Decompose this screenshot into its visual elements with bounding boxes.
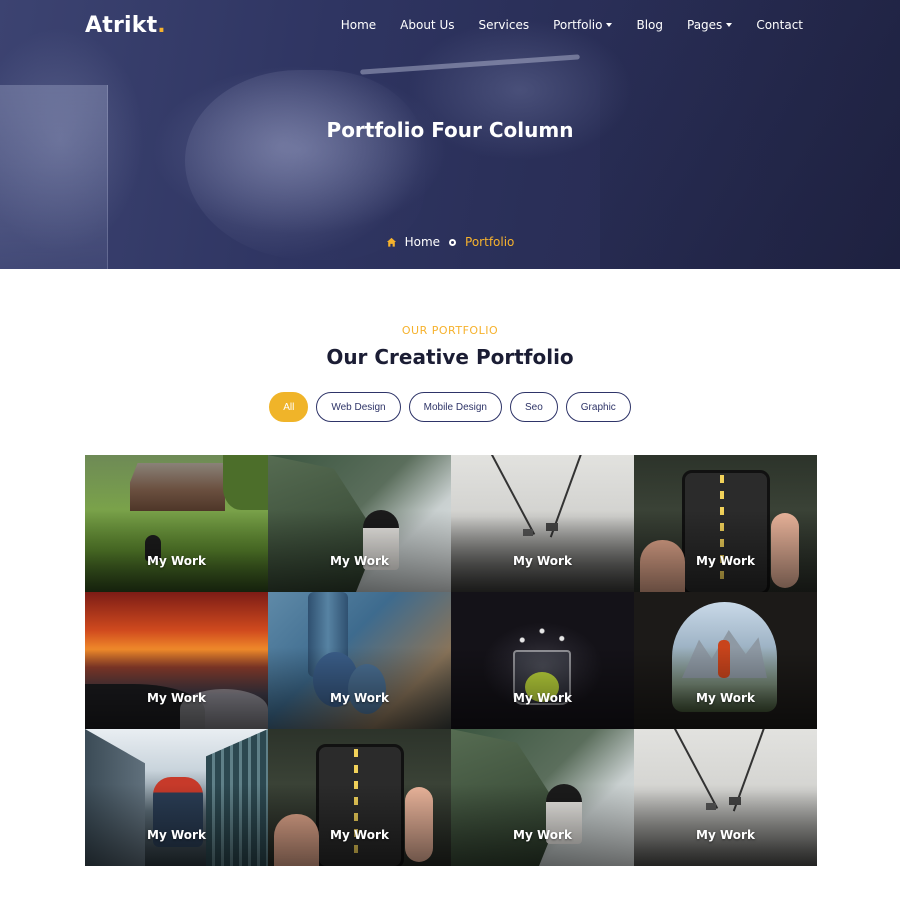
portfolio-item[interactable]: My Work	[634, 455, 817, 592]
nav-item-contact[interactable]: Contact	[756, 18, 803, 32]
page-header-hero: Atrikt. Home About Us Services Portfolio…	[0, 0, 900, 269]
breadcrumb: Home Portfolio	[0, 235, 900, 249]
brand-logo[interactable]: Atrikt.	[85, 13, 166, 38]
filter-web-design-button[interactable]: Web Design	[316, 392, 401, 422]
portfolio-caption: My Work	[147, 554, 206, 568]
nav-item-about-us[interactable]: About Us	[400, 18, 454, 32]
breadcrumb-home-link[interactable]: Home	[405, 235, 440, 249]
portfolio-item[interactable]: My Work	[268, 455, 451, 592]
nav-item-label: Contact	[756, 18, 803, 32]
breadcrumb-current: Portfolio	[465, 235, 515, 249]
filter-all-button[interactable]: All	[269, 392, 309, 422]
section-eyebrow: OUR PORTFOLIO	[401, 324, 499, 337]
page-title: Portfolio Four Column	[326, 118, 574, 142]
filter-mobile-design-button[interactable]: Mobile Design	[408, 392, 502, 422]
nav-item-blog[interactable]: Blog	[636, 18, 663, 32]
portfolio-caption: My Work	[696, 554, 755, 568]
home-icon	[386, 237, 396, 247]
portfolio-item[interactable]: My Work	[634, 592, 817, 729]
portfolio-caption: My Work	[147, 691, 206, 705]
nav-item-label: Portfolio	[553, 18, 603, 32]
filter-seo-button[interactable]: Seo	[509, 392, 558, 422]
portfolio-item[interactable]: My Work	[268, 729, 451, 866]
portfolio-caption: My Work	[330, 554, 389, 568]
hero-bg-pen	[360, 54, 580, 75]
nav-item-portfolio[interactable]: Portfolio	[553, 18, 613, 32]
portfolio-grid: My Work My Work My Work My Work My Work …	[85, 455, 817, 866]
nav-item-label: Blog	[636, 18, 663, 32]
portfolio-caption: My Work	[696, 828, 755, 842]
brand-dot: .	[157, 13, 166, 38]
hero-bg-hand	[185, 70, 425, 260]
nav-item-pages[interactable]: Pages	[687, 18, 733, 32]
portfolio-caption: My Work	[330, 828, 389, 842]
portfolio-caption: My Work	[513, 691, 572, 705]
portfolio-caption: My Work	[330, 691, 389, 705]
portfolio-item[interactable]: My Work	[634, 729, 817, 866]
nav-item-home[interactable]: Home	[341, 18, 376, 32]
portfolio-caption: My Work	[696, 691, 755, 705]
portfolio-caption: My Work	[513, 828, 572, 842]
portfolio-item[interactable]: My Work	[451, 729, 634, 866]
portfolio-filters: All Web Design Mobile Design Seo Graphic	[0, 392, 900, 422]
portfolio-item[interactable]: My Work	[85, 592, 268, 729]
portfolio-item[interactable]: My Work	[85, 455, 268, 592]
nav-item-label: About Us	[400, 18, 455, 32]
portfolio-item[interactable]: My Work	[451, 455, 634, 592]
chevron-down-icon	[726, 23, 733, 27]
nav-item-label: Home	[340, 18, 377, 32]
nav-item-label: Pages	[687, 18, 723, 32]
nav-item-label: Services	[478, 18, 530, 32]
portfolio-item[interactable]: My Work	[85, 729, 268, 866]
section-title: Our Creative Portfolio	[326, 345, 574, 369]
brand-name: Atrikt	[85, 13, 158, 38]
portfolio-caption: My Work	[513, 554, 572, 568]
portfolio-item[interactable]: My Work	[268, 592, 451, 729]
portfolio-item[interactable]: My Work	[451, 592, 634, 729]
nav-item-services[interactable]: Services	[478, 18, 529, 32]
portfolio-caption: My Work	[147, 828, 206, 842]
breadcrumb-separator-icon	[449, 238, 457, 246]
filter-graphic-button[interactable]: Graphic	[565, 392, 631, 422]
chevron-down-icon	[606, 23, 613, 27]
top-navigation: Atrikt. Home About Us Services Portfolio…	[0, 0, 900, 52]
main-menu: Home About Us Services Portfolio Blog Pa…	[317, 18, 803, 32]
